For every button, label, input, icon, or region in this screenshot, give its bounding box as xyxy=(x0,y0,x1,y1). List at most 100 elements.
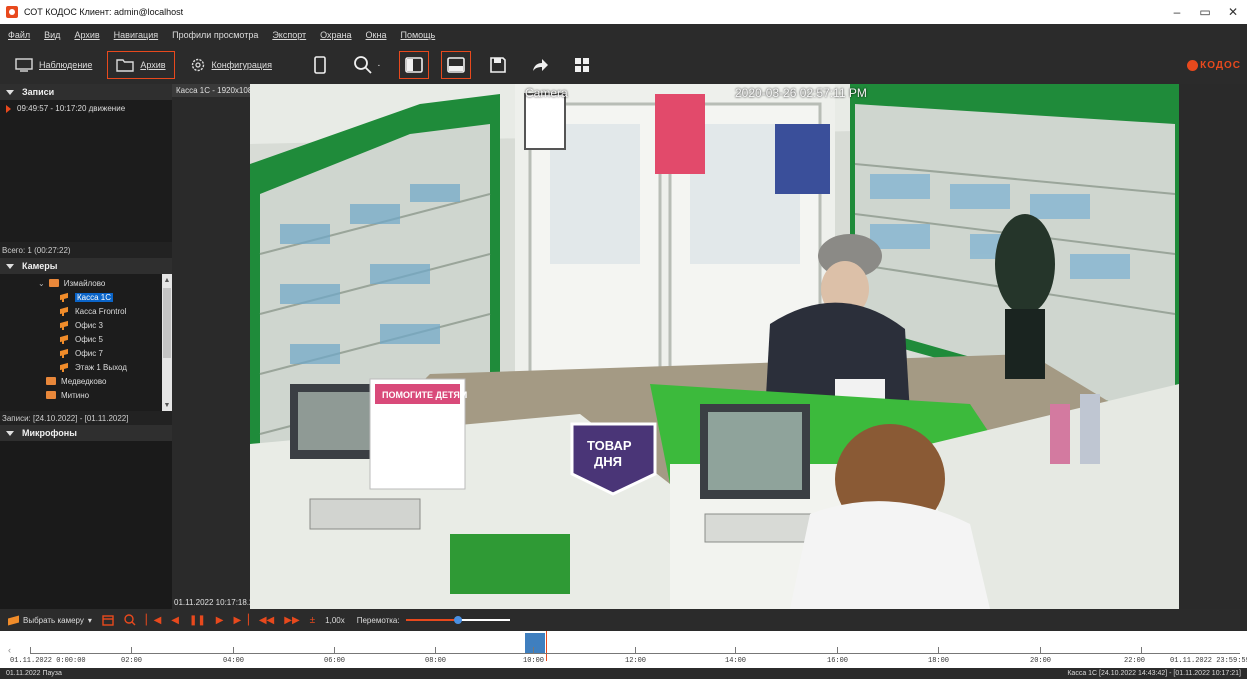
camera-icon xyxy=(60,322,70,330)
search-icon[interactable] xyxy=(124,614,136,626)
records-range: Записи: [24.10.2022] - [01.11.2022] xyxy=(0,411,172,425)
tablet-view-button[interactable] xyxy=(305,51,335,79)
records-panel-header[interactable]: Записи xyxy=(0,84,172,100)
menu-windows[interactable]: Окна xyxy=(366,30,387,40)
tablet-icon xyxy=(314,56,326,74)
timeline-scroll-left-icon[interactable]: ‹ xyxy=(8,645,11,655)
timeline-tick xyxy=(635,647,636,653)
tree-camera-item[interactable]: Касса Frontrol xyxy=(60,304,126,318)
save-button[interactable] xyxy=(483,51,513,79)
step-back-icon[interactable]: ◀ xyxy=(171,615,179,626)
menu-help[interactable]: Помощь xyxy=(400,30,435,40)
timeline-tick-label: 02:00 xyxy=(121,657,143,665)
timeline-axis xyxy=(30,653,1240,654)
record-item-label: 09:49:57 - 10:17:20 движение xyxy=(17,104,126,113)
timeline-tick-label: 16:00 xyxy=(827,657,849,665)
play-icon[interactable]: ▶ xyxy=(216,615,224,626)
tree-camera-item[interactable]: Этаж 1 Выход xyxy=(60,360,127,374)
menu-bar: Файл Вид Архив Навигация Профили просмот… xyxy=(0,24,1247,46)
tree-camera-item[interactable]: Офис 5 xyxy=(60,332,103,346)
tree-camera-item[interactable]: Касса 1С xyxy=(60,290,114,304)
rewind-slider[interactable] xyxy=(405,615,510,625)
layout-grid-button[interactable] xyxy=(567,51,597,79)
tree-group-medvedkovo[interactable]: Медведково xyxy=(46,374,106,388)
archive-mode-button[interactable]: Архив xyxy=(107,51,175,79)
tree-camera-item[interactable]: Офис 7 xyxy=(60,346,103,360)
timeline-cursor[interactable] xyxy=(546,631,547,661)
brand-logo-text: КОДОС xyxy=(1200,59,1241,71)
camera-icon xyxy=(60,308,70,316)
rewind-slider-knob[interactable] xyxy=(453,616,462,624)
scrollbar-thumb[interactable] xyxy=(163,288,171,358)
share-button[interactable] xyxy=(525,51,555,79)
scroll-down-icon[interactable]: ▼ xyxy=(162,399,172,411)
timeline-record-segment[interactable] xyxy=(525,633,545,653)
timeline-tick-label: 10:00 xyxy=(523,657,545,665)
folder-icon xyxy=(46,391,56,399)
camera-tree-scrollbar[interactable]: ▲ ▼ xyxy=(162,274,172,411)
archive-timeline[interactable]: ‹ 01.11.2022 0:00:00 02:00 04:00 06:00 0… xyxy=(0,631,1247,668)
scroll-up-icon[interactable]: ▲ xyxy=(162,274,172,286)
bottom-panel-toggle-button[interactable] xyxy=(440,51,471,79)
cameras-header-label: Камеры xyxy=(22,261,58,271)
timeline-tick-label: 12:00 xyxy=(625,657,647,665)
minimize-button[interactable]: – xyxy=(1163,0,1191,24)
timeline-tick-label: 04:00 xyxy=(223,657,245,665)
monitoring-mode-button[interactable]: Наблюдение xyxy=(6,51,101,79)
folder-icon xyxy=(46,377,56,385)
left-panel-toggle-button[interactable] xyxy=(398,51,429,79)
tree-camera-label: Офис 5 xyxy=(75,334,103,344)
camera-tree: ⌄ Измайлово Касса 1С Касса Frontrol Офис… xyxy=(0,274,172,411)
camera-icon xyxy=(8,615,19,625)
cameras-panel-header[interactable]: Камеры xyxy=(0,258,172,274)
tree-camera-label: Касса 1С xyxy=(75,292,114,302)
status-right: Касса 1С [24.10.2022 14:43:42] - [01.11.… xyxy=(1067,670,1241,677)
monitor-icon xyxy=(15,58,33,72)
gear-icon xyxy=(191,58,204,72)
timeline-end-label: 01.11.2022 23:59:59 xyxy=(1170,657,1247,665)
tree-group-izmailovo[interactable]: ⌄ Измайлово xyxy=(38,276,105,290)
record-item[interactable]: 09:49:57 - 10:17:20 движение xyxy=(0,104,172,113)
tree-group-mitino[interactable]: Митино xyxy=(46,388,89,402)
tree-camera-item[interactable]: Офис 3 xyxy=(60,318,103,332)
rewind-slider-track-right xyxy=(457,619,510,621)
search-button[interactable]: · xyxy=(347,51,387,79)
menu-navigation[interactable]: Навигация xyxy=(114,30,158,40)
timeline-tick-label: 18:00 xyxy=(928,657,950,665)
camera-video-frame[interactable]: ПОМОГИТЕ ДЕТЯМ ТОВАР ДНЯ Camera 2020-03-… xyxy=(250,84,1179,609)
choose-camera-button[interactable]: Выбрать камеру ▾ xyxy=(8,615,92,625)
window-controls: – ▭ ✕ xyxy=(1163,0,1247,24)
menu-archive[interactable]: Архив xyxy=(74,30,99,40)
grid-layout-icon xyxy=(574,58,589,72)
video-overlay-camera: Camera xyxy=(525,86,568,100)
video-overlay-timestamp: 2020-03-26 02:57:11 PM xyxy=(735,86,867,100)
timeline-tick-label: 14:00 xyxy=(725,657,747,665)
camera-icon xyxy=(60,364,70,372)
speed-plus-minus-icon[interactable]: ± xyxy=(310,615,316,626)
skip-to-end-icon[interactable]: ▶▕ xyxy=(233,615,248,626)
tree-camera-label: Этаж 1 Выход xyxy=(75,362,127,372)
brand-dot-icon xyxy=(1187,59,1199,71)
timeline-tick xyxy=(735,647,736,653)
left-panel-icon xyxy=(405,57,423,73)
fast-forward-icon[interactable]: ▶▶ xyxy=(284,615,299,626)
restore-button[interactable]: ▭ xyxy=(1191,0,1219,24)
close-button[interactable]: ✕ xyxy=(1219,0,1247,24)
timeline-tick xyxy=(938,647,939,653)
menu-export[interactable]: Экспорт xyxy=(272,30,306,40)
menu-file[interactable]: Файл xyxy=(8,30,30,40)
pause-icon[interactable]: ❚❚ xyxy=(189,615,206,626)
timeline-tick xyxy=(1040,647,1041,653)
calendar-icon[interactable] xyxy=(102,614,114,626)
menu-view-profiles[interactable]: Профили просмотра xyxy=(172,30,258,40)
menu-view[interactable]: Вид xyxy=(44,30,60,40)
configuration-mode-button[interactable]: Конфигурация xyxy=(181,51,281,79)
timeline-tick-label: 08:00 xyxy=(425,657,447,665)
menu-security[interactable]: Охрана xyxy=(320,30,351,40)
timeline-tick xyxy=(334,647,335,653)
status-bar: 01.11.2022 Пауза Касса 1С [24.10.2022 14… xyxy=(0,668,1247,679)
skip-to-start-icon[interactable]: ▏◀ xyxy=(146,615,161,626)
microphones-panel-header[interactable]: Микрофоны xyxy=(0,425,172,441)
fast-rewind-icon[interactable]: ◀◀ xyxy=(259,615,274,626)
timeline-tick-label: 22:00 xyxy=(1124,657,1146,665)
